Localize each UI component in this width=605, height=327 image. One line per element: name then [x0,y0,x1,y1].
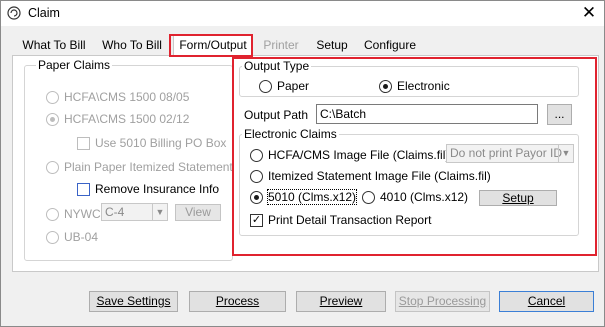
print-detail-label: Print Detail Transaction Report [268,213,432,227]
output-path-input[interactable]: C:\Batch [316,104,538,124]
output-electronic-label: Electronic [397,79,450,93]
hcfa-0805-label: HCFA\CMS 1500 08/05 [64,90,190,104]
close-icon[interactable]: ✕ [579,4,599,22]
x12-5010-radio[interactable] [250,191,263,204]
cancel-button[interactable]: Cancel [499,291,594,312]
nywc-form-value: C-4 [105,205,125,219]
itemized-image-radio[interactable] [250,170,263,183]
nywc-label: NYWC [64,207,101,221]
process-button[interactable]: Process [189,291,286,312]
claim-window: Claim ✕ What To Bill Who To Bill Form/Ou… [0,0,605,327]
tab-printer[interactable]: Printer [261,37,301,55]
use-5010-po-box-checkbox[interactable] [77,137,90,150]
output-paper-label: Paper [277,79,310,93]
nywc-form-select[interactable]: C-4 ▼ [101,203,168,221]
save-settings-button[interactable]: Save Settings [89,291,178,312]
electronic-claims-label: Electronic Claims [242,127,339,141]
x12-setup-button[interactable]: Setup [479,190,557,206]
payor-id-select[interactable]: Do not print Payor ID ▼ [446,144,574,163]
hcfa-0212-radio[interactable] [46,113,59,126]
output-paper-radio[interactable] [259,80,272,93]
x12-setup-label: Setup [502,191,534,205]
stop-processing-button[interactable]: Stop Processing [395,291,490,312]
tab-what-to-bill[interactable]: What To Bill [21,37,87,55]
remove-insurance-checkbox[interactable] [77,183,90,196]
title-bar: Claim ✕ [1,1,604,26]
tab-who-to-bill[interactable]: Who To Bill [101,37,163,55]
window-title: Claim [28,6,60,20]
ub04-label: UB-04 [64,230,99,244]
tab-setup[interactable]: Setup [314,37,350,55]
process-label: Process [215,294,260,308]
output-path-label: Output Path [244,108,309,122]
plain-paper-label: Plain Paper Itemized Statement [64,160,233,174]
remove-insurance-label: Remove Insurance Info [95,182,220,196]
preview-button[interactable]: Preview [296,291,386,312]
x12-4010-radio[interactable] [362,191,375,204]
output-type-label: Output Type [242,59,312,73]
x12-5010-label: 5010 (Clms.x12) [266,189,358,205]
payor-id-value: Do not print Payor ID [450,146,563,160]
form-output-panel: Paper Claims HCFA\CMS 1500 08/05 HCFA\CM… [12,55,599,272]
plain-paper-radio[interactable] [46,161,59,174]
preview-label: Preview [319,294,363,308]
stop-processing-label: Stop Processing [398,294,487,308]
app-icon [7,6,21,20]
x12-4010-label: 4010 (Clms.x12) [380,190,469,204]
use-5010-po-box-label: Use 5010 Billing PO Box [95,136,227,150]
hcfa-image-radio[interactable] [250,149,263,162]
hcfa-0212-label: HCFA\CMS 1500 02/12 [64,112,190,126]
ub04-radio[interactable] [46,231,59,244]
cancel-label: Cancel [527,294,566,308]
browse-path-button[interactable]: ... [547,104,572,125]
print-detail-checkbox[interactable]: ✓ [250,214,263,227]
nywc-radio[interactable] [46,208,59,221]
hcfa-0805-radio[interactable] [46,91,59,104]
hcfa-image-label: HCFA/CMS Image File (Claims.fil) [268,148,450,162]
itemized-image-label: Itemized Statement Image File (Claims.fi… [268,169,491,183]
tab-form-output[interactable]: Form/Output [173,35,253,56]
save-settings-label: Save Settings [96,294,171,308]
chevron-down-icon: ▼ [152,204,167,220]
tab-configure[interactable]: Configure [363,37,417,55]
chevron-down-icon: ▼ [558,145,573,162]
view-button[interactable]: View [175,204,221,221]
output-electronic-radio[interactable] [379,80,392,93]
paper-claims-label: Paper Claims [36,58,113,72]
